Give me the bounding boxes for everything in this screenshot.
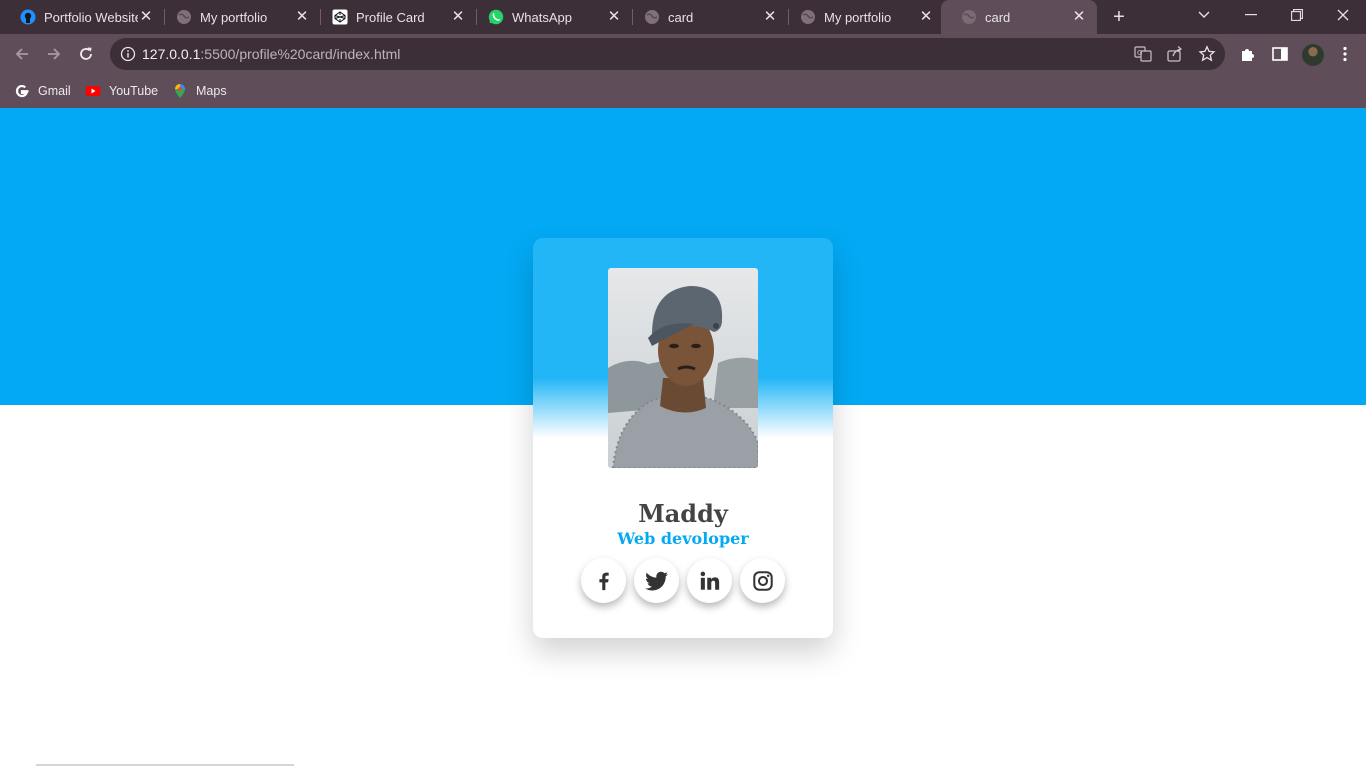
chevron-down-icon [1198,11,1210,18]
tab-strip: Portfolio Website ✕ My portfolio ✕ Profi… [0,0,1366,34]
globe-icon [961,9,977,25]
tab-card-active[interactable]: card ✕ [941,0,1097,34]
bookmark-gmail[interactable]: Gmail [14,82,71,100]
bookmarks-bar: Gmail YouTube Maps [0,74,1366,108]
globe-icon [644,9,660,25]
linkedin-button[interactable] [687,558,732,603]
close-tab-icon[interactable]: ✕ [1071,9,1087,25]
minimize-button[interactable] [1228,0,1274,30]
tab-portfolio-website[interactable]: Portfolio Website ✕ [0,0,164,34]
back-button[interactable] [10,42,34,66]
profile-name: Maddy [638,499,728,528]
github-icon [20,9,36,25]
svg-text:G: G [1137,49,1142,57]
info-icon[interactable] [120,46,136,62]
youtube-icon [85,83,101,99]
page-viewport: Maddy Web devoloper [0,108,1366,768]
tab-card[interactable]: card ✕ [624,0,788,34]
profile-role: Web devoloper [617,529,749,548]
tab-my-portfolio-2[interactable]: My portfolio ✕ [780,0,944,34]
close-tab-icon[interactable]: ✕ [450,9,466,25]
close-tab-icon[interactable]: ✕ [138,9,154,25]
profile-card: Maddy Web devoloper [533,238,833,638]
arrow-right-icon [48,48,61,60]
twitter-icon [644,571,668,590]
close-icon [1337,9,1349,21]
facebook-button[interactable] [581,558,626,603]
close-tab-icon[interactable]: ✕ [294,9,310,25]
close-tab-icon[interactable]: ✕ [762,9,778,25]
menu-icon[interactable] [1336,45,1354,63]
bookmark-maps[interactable]: Maps [172,82,227,100]
close-tab-icon[interactable]: ✕ [606,9,622,25]
close-tab-icon[interactable]: ✕ [918,9,934,25]
instagram-button[interactable] [740,558,785,603]
linkedin-icon [700,571,719,590]
profile-photo [608,268,758,468]
url-text[interactable]: 127.0.0.1:5500/profile%20card/index.html [142,46,400,62]
reload-icon [80,47,92,60]
arrow-left-icon [15,48,28,60]
reload-button[interactable] [74,42,98,66]
whatsapp-icon [488,9,504,25]
twitter-button[interactable] [634,558,679,603]
codepen-icon [332,9,348,25]
extensions-icon[interactable] [1239,45,1257,63]
share-icon[interactable] [1166,45,1184,63]
tab-search-button[interactable] [1181,0,1227,30]
restore-button[interactable] [1274,0,1320,30]
new-tab-button[interactable]: + [1108,6,1130,28]
forward-button[interactable] [42,42,66,66]
star-icon[interactable] [1198,45,1216,63]
scrollbar-track [36,764,294,766]
restore-icon [1291,9,1303,21]
bookmark-youtube[interactable]: YouTube [85,82,158,100]
social-links [581,558,787,604]
profile-avatar[interactable] [1302,44,1324,66]
globe-icon [176,9,192,25]
instagram-icon [752,570,773,591]
close-window-button[interactable] [1320,0,1366,30]
tab-profile-card[interactable]: Profile Card ✕ [312,0,476,34]
google-icon [14,83,30,99]
browser-toolbar: 127.0.0.1:5500/profile%20card/index.html… [0,34,1366,74]
globe-icon [800,9,816,25]
tab-whatsapp[interactable]: WhatsApp ✕ [468,0,632,34]
address-bar[interactable]: 127.0.0.1:5500/profile%20card/index.html… [110,38,1225,70]
maps-icon [172,83,188,99]
minimize-icon [1245,14,1257,16]
facebook-icon [598,572,609,590]
side-panel-icon[interactable] [1271,45,1289,63]
translate-icon[interactable]: G [1134,45,1152,63]
tab-my-portfolio[interactable]: My portfolio ✕ [156,0,320,34]
